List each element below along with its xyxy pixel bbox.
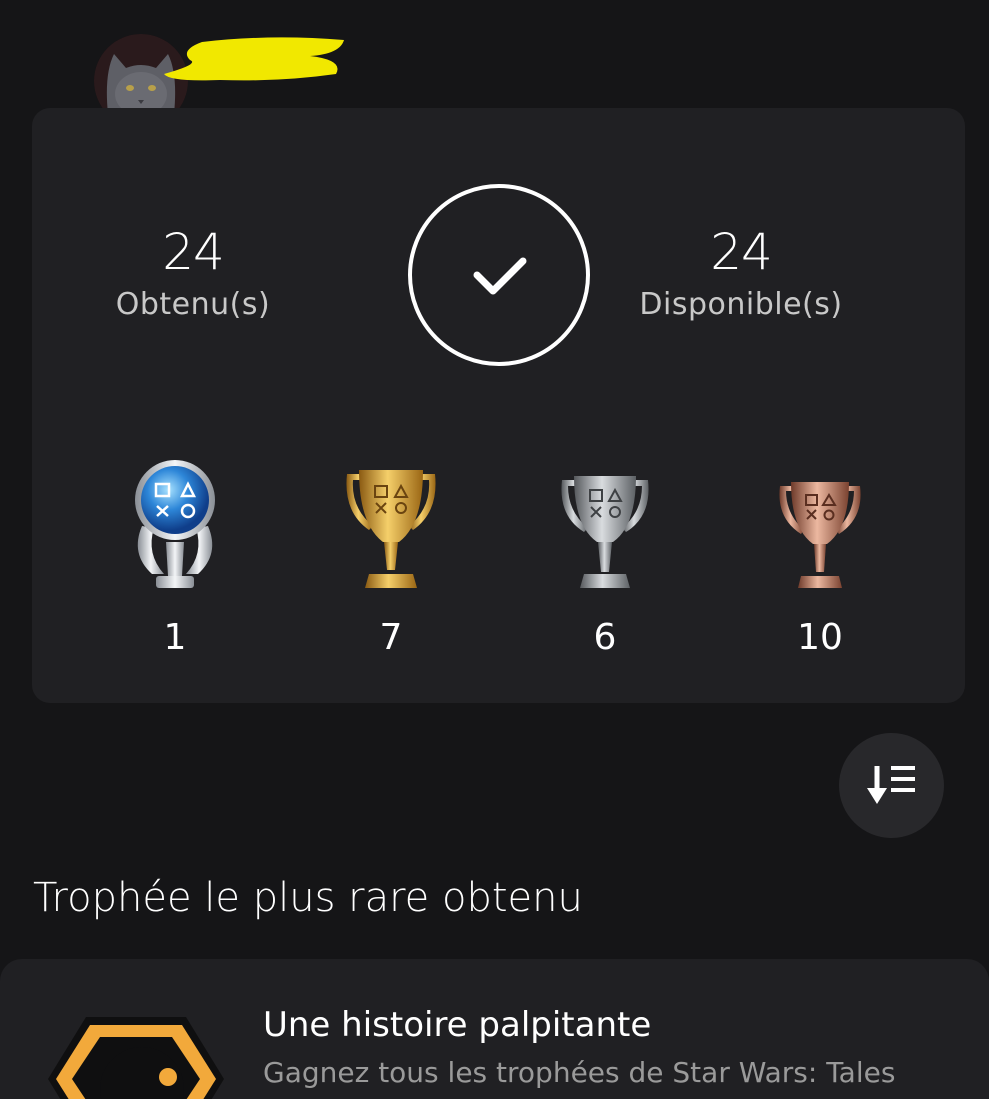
silver-trophy: 6 [525,452,685,660]
rarest-trophy-heading: Trophée le plus rare obtenu [33,875,583,921]
silver-trophy-icon [561,476,649,588]
available-stat: 24 Disponible(s) [611,224,871,324]
rarest-trophy-name: Une histoire palpitante [263,1005,652,1045]
available-label: Disponible(s) [639,287,843,322]
platinum-count: 1 [163,617,187,658]
gold-count: 7 [379,617,403,658]
earned-stat: 24 Obtenu(s) [63,224,323,324]
silver-count: 6 [593,617,617,658]
sort-button[interactable] [839,733,944,838]
available-count: 24 [710,223,773,281]
rarest-trophy-card[interactable]: Une histoire palpitante Gagnez tous les … [0,959,989,1099]
earned-label: Obtenu(s) [115,287,271,322]
rarest-trophy-description: Gagnez tous les trophées de Star Wars: T… [263,1056,896,1089]
bronze-count: 10 [797,617,843,658]
gold-trophy-icon [346,470,436,588]
sort-descending-icon [866,765,915,804]
redacted-username [164,37,344,81]
platinum-trophy-icon [135,460,215,588]
earned-count: 24 [162,223,225,281]
platinum-trophy: 1 [95,452,255,660]
checkmark-icon [473,257,527,295]
bronze-trophy-icon [779,482,861,588]
completion-ring [408,184,590,366]
bronze-trophy: 10 [740,452,900,660]
trophy-badge-icon [48,1017,224,1099]
gold-trophy: 7 [311,452,471,660]
